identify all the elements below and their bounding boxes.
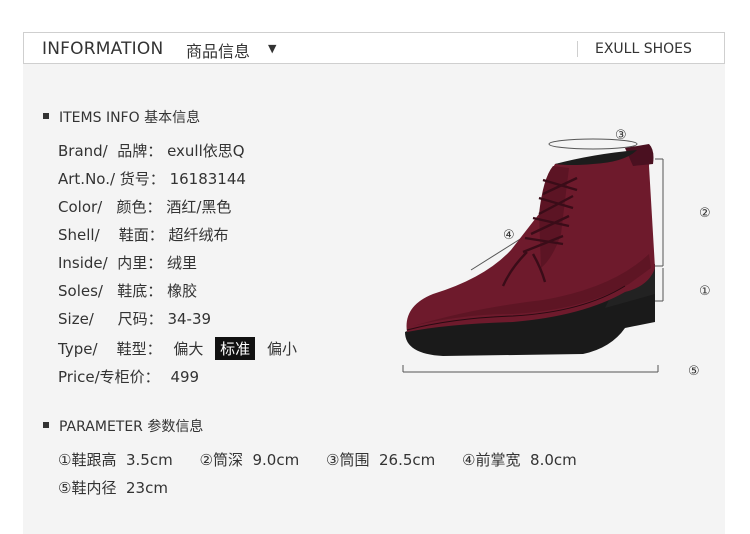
info-row-shell: Shell/ 鞋面： 超纤绒布 xyxy=(58,224,229,245)
param-item: ④前掌宽 8.0cm xyxy=(462,451,577,469)
type-option-large: 偏大 xyxy=(173,340,204,358)
param-item: ②筒深 9.0cm xyxy=(199,451,300,469)
parameter-row-2: ⑤鞋内径 23cm xyxy=(58,477,190,498)
parameter-row-1: ①鞋跟高 3.5cm ②筒深 9.0cm ③筒围 26.5cm ④前掌宽 8.0… xyxy=(58,449,577,470)
square-bullet-icon xyxy=(43,113,49,119)
info-value: 橡胶 xyxy=(167,282,198,300)
info-value: 超纤绒布 xyxy=(168,226,229,244)
param-item: ⑤鞋内径 23cm xyxy=(58,479,168,497)
info-row-inside: Inside/ 内里： 绒里 xyxy=(58,252,197,273)
info-row-soles: Soles/ 鞋底： 橡胶 xyxy=(58,280,197,301)
type-option-small: 偏小 xyxy=(266,340,297,358)
info-label: Inside/ 内里： xyxy=(58,254,163,272)
info-value: 16183144 xyxy=(169,170,246,188)
square-bullet-icon xyxy=(43,422,49,428)
header-brand: EXULL SHOES xyxy=(595,41,692,57)
info-row-size: Size/ 尺码： 34-39 xyxy=(58,308,211,329)
info-label: Shell/ 鞋面： xyxy=(58,226,164,244)
chevron-down-icon[interactable]: ▼ xyxy=(268,42,276,55)
info-header: INFORMATION 商品信息 ▼ EXULL SHOES xyxy=(23,32,725,64)
label-circumference: ③ xyxy=(615,128,627,143)
info-label: Soles/ 鞋底： xyxy=(58,282,163,300)
info-value: 499 xyxy=(170,368,200,386)
info-value: 34-39 xyxy=(167,310,212,328)
parameter-heading: PARAMETER 参数信息 xyxy=(43,416,203,436)
header-divider xyxy=(577,41,578,57)
info-label: Color/ 颜色： xyxy=(58,198,162,216)
info-value: exull依思Q xyxy=(167,142,245,160)
type-option-standard: 标准 xyxy=(215,337,256,360)
label-inner-length: ⑤ xyxy=(688,364,700,379)
info-row-color: Color/ 颜色： 酒红/黑色 xyxy=(58,196,231,217)
label-heel-height: ① xyxy=(699,284,711,299)
info-value: 酒红/黑色 xyxy=(166,198,232,216)
info-label: Art.No./ 货号： xyxy=(58,170,165,188)
items-info-heading: ITEMS INFO 基本信息 xyxy=(43,107,200,127)
info-row-type: Type/ 鞋型： 偏大 标准 偏小 xyxy=(58,337,302,360)
boot-diagram: ③ ② ④ ① ⑤ xyxy=(393,118,723,388)
info-value: 绒里 xyxy=(167,254,198,272)
boot-illustration xyxy=(402,138,664,373)
info-label: Size/ 尺码： xyxy=(58,310,163,328)
header-title-cn[interactable]: 商品信息 xyxy=(186,38,250,62)
param-item: ③筒围 26.5cm xyxy=(326,451,436,469)
info-row-brand: Brand/ 品牌： exull依思Q xyxy=(58,140,245,161)
info-row-price: Price/专柜价： 499 xyxy=(58,366,199,387)
header-title: INFORMATION xyxy=(42,39,164,59)
info-label: Brand/ 品牌： xyxy=(58,142,163,160)
info-row-artno: Art.No./ 货号： 16183144 xyxy=(58,168,246,189)
label-forefoot-width: ④ xyxy=(503,228,515,243)
info-panel: ITEMS INFO 基本信息 Brand/ 品牌： exull依思Q Art.… xyxy=(23,64,725,534)
label-shaft-depth: ② xyxy=(699,206,711,221)
info-label: Price/专柜价： xyxy=(58,368,160,386)
param-item: ①鞋跟高 3.5cm xyxy=(58,451,173,469)
info-label: Type/ 鞋型： xyxy=(58,340,162,358)
